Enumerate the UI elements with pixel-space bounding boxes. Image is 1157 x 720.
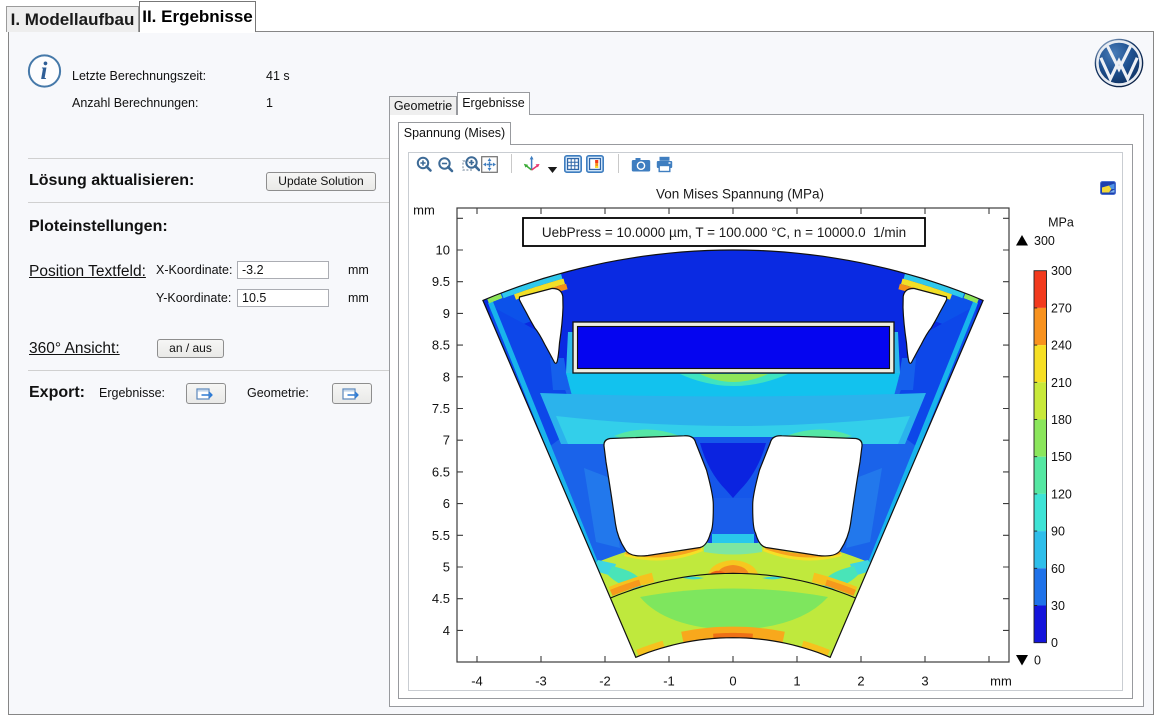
svg-text:1: 1 <box>793 674 800 689</box>
svg-text:-4: -4 <box>471 674 483 689</box>
svg-text:270: 270 <box>1051 301 1072 315</box>
svg-text:210: 210 <box>1051 376 1072 390</box>
svg-text:6.5: 6.5 <box>432 464 450 479</box>
svg-text:5: 5 <box>443 560 450 575</box>
svg-text:9: 9 <box>443 306 450 321</box>
svg-text:240: 240 <box>1051 339 1072 353</box>
svg-text:5.5: 5.5 <box>432 528 450 543</box>
svg-text:300: 300 <box>1034 234 1055 248</box>
svg-text:7: 7 <box>443 433 450 448</box>
svg-text:60: 60 <box>1051 562 1065 576</box>
svg-text:90: 90 <box>1051 525 1065 539</box>
svg-text:120: 120 <box>1051 487 1072 501</box>
svg-text:10: 10 <box>436 243 450 258</box>
svg-text:30: 30 <box>1051 599 1065 613</box>
svg-text:8: 8 <box>443 369 450 384</box>
svg-text:8.5: 8.5 <box>432 338 450 353</box>
svg-text:150: 150 <box>1051 450 1072 464</box>
svg-text:9.5: 9.5 <box>432 274 450 289</box>
svg-text:-3: -3 <box>535 674 547 689</box>
svg-text:0: 0 <box>1034 654 1041 668</box>
svg-text:UebPress = 10.0000 µm, T = 100: UebPress = 10.0000 µm, T = 100.000 °C, n… <box>542 225 906 240</box>
svg-text:4.5: 4.5 <box>432 591 450 606</box>
svg-text:180: 180 <box>1051 413 1072 427</box>
svg-text:i: i <box>41 58 48 85</box>
svg-text:MPa: MPa <box>1048 216 1074 230</box>
svg-text:6: 6 <box>443 496 450 511</box>
svg-text:7.5: 7.5 <box>432 401 450 416</box>
svg-text:3: 3 <box>921 674 928 689</box>
svg-text:2: 2 <box>857 674 864 689</box>
svg-text:4: 4 <box>443 623 450 638</box>
svg-text:300: 300 <box>1051 264 1072 278</box>
svg-text:0: 0 <box>729 674 736 689</box>
svg-text:-2: -2 <box>599 674 611 689</box>
svg-text:mm: mm <box>413 203 435 218</box>
svg-text:-1: -1 <box>663 674 675 689</box>
svg-text:0: 0 <box>1051 636 1058 650</box>
svg-text:Von Mises Spannung (MPa): Von Mises Spannung (MPa) <box>656 187 824 202</box>
svg-text:mm: mm <box>990 674 1012 689</box>
